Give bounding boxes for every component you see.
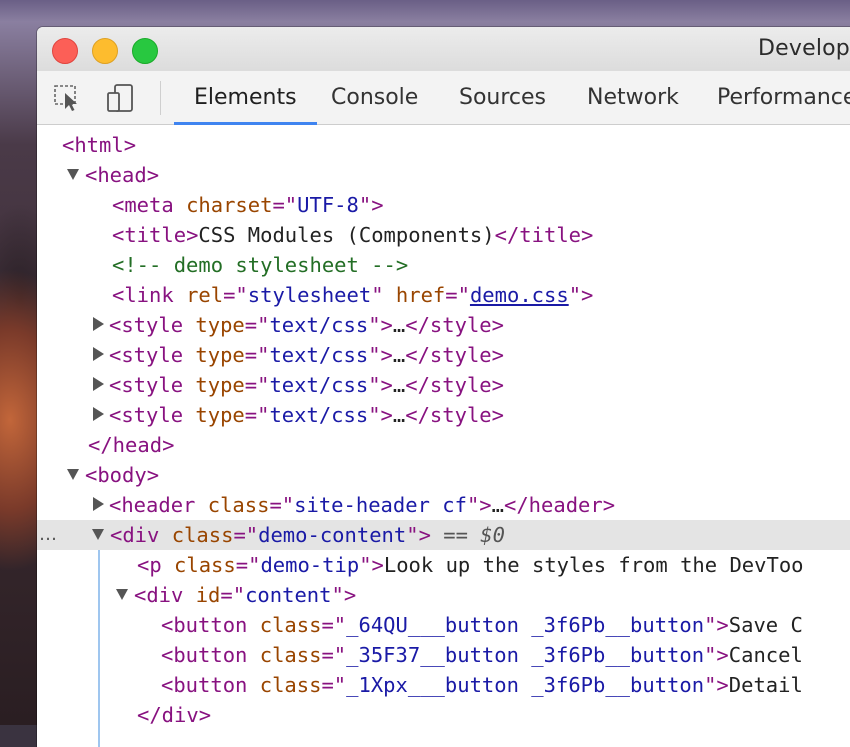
close-window-button[interactable] bbox=[52, 38, 78, 64]
minimize-window-button[interactable] bbox=[92, 38, 118, 64]
node-style[interactable]: <style type="text/css">…</style> bbox=[92, 340, 504, 370]
indent-guide bbox=[98, 550, 100, 747]
node-link[interactable]: <link rel="stylesheet" href="demo.css"> bbox=[112, 280, 593, 310]
devtools-toolbar: Elements Console Sources Network Perform… bbox=[37, 71, 850, 125]
collapsed-triangle-icon[interactable] bbox=[93, 347, 104, 361]
node-head[interactable]: <head> bbox=[67, 160, 159, 190]
tab-sources[interactable]: Sources bbox=[439, 71, 566, 124]
tab-console[interactable]: Console bbox=[311, 71, 438, 124]
node-style[interactable]: <style type="text/css">…</style> bbox=[92, 310, 504, 340]
collapsed-triangle-icon[interactable] bbox=[93, 407, 104, 421]
expanded-triangle-icon[interactable] bbox=[67, 168, 79, 180]
window-title: Develop bbox=[758, 36, 850, 61]
collapsed-triangle-icon[interactable] bbox=[93, 377, 104, 391]
title-bar: Develop bbox=[37, 27, 850, 71]
demo-css-link[interactable]: demo.css bbox=[470, 283, 569, 307]
expanded-triangle-icon[interactable] bbox=[67, 468, 79, 480]
node-head-close[interactable]: </head> bbox=[88, 430, 174, 460]
node-style[interactable]: <style type="text/css">…</style> bbox=[92, 370, 504, 400]
node-div-close[interactable]: </div> bbox=[137, 700, 211, 730]
expanded-triangle-icon[interactable] bbox=[92, 528, 104, 540]
tab-network[interactable]: Network bbox=[567, 71, 699, 124]
node-meta[interactable]: <meta charset="UTF-8"> bbox=[112, 190, 384, 220]
collapsed-triangle-icon[interactable] bbox=[93, 317, 104, 331]
device-toolbar-icon[interactable] bbox=[105, 83, 137, 113]
node-button[interactable]: <button class="_35F37__button _3f6Pb__bu… bbox=[161, 640, 803, 670]
node-actions-dots[interactable]: … bbox=[39, 522, 57, 548]
tab-elements[interactable]: Elements bbox=[174, 71, 317, 125]
node-body[interactable]: <body> bbox=[67, 460, 159, 490]
node-style[interactable]: <style type="text/css">…</style> bbox=[92, 400, 504, 430]
node-demo-content[interactable]: <div class="demo-content"> == $0 bbox=[92, 520, 505, 550]
toolbar-separator bbox=[160, 81, 161, 115]
zoom-window-button[interactable] bbox=[132, 38, 158, 64]
node-html[interactable]: <html> bbox=[62, 130, 136, 160]
dom-tree: … <html> <head> <meta charset="UTF-8"> <… bbox=[37, 125, 850, 747]
tab-performance[interactable]: Performance bbox=[697, 71, 850, 124]
node-button[interactable]: <button class="_64QU___button _3f6Pb__bu… bbox=[161, 610, 803, 640]
collapsed-triangle-icon[interactable] bbox=[93, 497, 104, 511]
devtools-window: Develop Elements Console Sources Network… bbox=[37, 27, 850, 747]
node-header[interactable]: <header class="site-header cf">…</header… bbox=[92, 490, 615, 520]
inspect-element-icon[interactable] bbox=[53, 83, 85, 113]
node-p[interactable]: <p class="demo-tip">Look up the styles f… bbox=[137, 550, 804, 580]
node-button[interactable]: <button class="_1Xpx___button _3f6Pb__bu… bbox=[161, 670, 803, 700]
expanded-triangle-icon[interactable] bbox=[116, 588, 128, 600]
node-content[interactable]: <div id="content"> bbox=[116, 580, 356, 610]
node-comment[interactable]: <!-- demo stylesheet --> bbox=[112, 250, 408, 280]
node-title[interactable]: <title>CSS Modules (Components)</title> bbox=[112, 220, 593, 250]
